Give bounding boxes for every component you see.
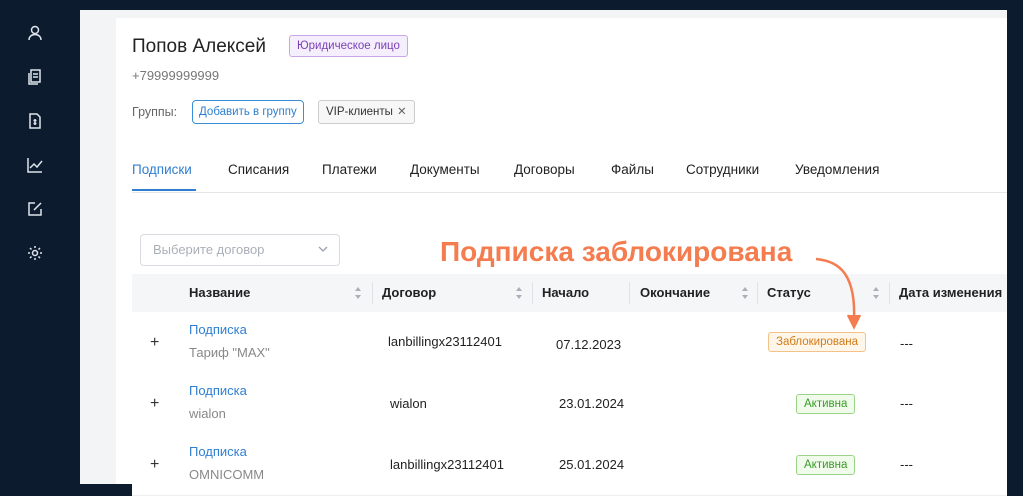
changed-cell: --- — [900, 396, 913, 411]
column-changed[interactable]: Дата изменения — [899, 285, 1002, 300]
client-type-badge: Юридическое лицо — [289, 35, 408, 57]
subscription-link[interactable]: Подписка — [189, 383, 247, 398]
sort-icon[interactable] — [515, 286, 523, 300]
subscription-link[interactable]: Подписка — [189, 322, 247, 337]
group-tag: VIP-клиенты ✕ — [318, 100, 415, 124]
annotation-arrow-icon — [815, 257, 862, 330]
edit-icon[interactable] — [24, 198, 46, 220]
column-name[interactable]: Название — [189, 285, 250, 300]
client-phone: +79999999999 — [132, 68, 220, 83]
client-name: Попов Алексей — [132, 36, 266, 57]
contract-select-placeholder: Выберите договор — [153, 242, 265, 257]
sort-icon[interactable] — [741, 286, 749, 300]
subscription-tariff: wialon — [189, 406, 226, 421]
invoice-icon[interactable] — [24, 110, 46, 132]
table-row: + Подписка Тариф "MAX" lanbillingx231124… — [132, 312, 1007, 374]
chevron-down-icon — [318, 246, 328, 252]
tab-files[interactable]: Файлы — [611, 162, 654, 177]
tab-contracts[interactable]: Договоры — [514, 162, 575, 177]
chart-icon[interactable] — [24, 154, 46, 176]
changed-cell: --- — [900, 457, 913, 472]
subscription-link[interactable]: Подписка — [189, 444, 247, 459]
user-icon[interactable] — [24, 22, 46, 44]
column-start[interactable]: Начало — [542, 285, 589, 300]
status-badge: Заблокирована — [768, 332, 867, 352]
top-bar — [72, 0, 1023, 10]
active-tab-indicator — [132, 189, 196, 191]
sort-icon[interactable] — [354, 286, 362, 300]
start-cell: 25.01.2024 — [559, 457, 625, 472]
subscription-tariff: OMNICOMM — [189, 467, 265, 482]
column-separator — [532, 282, 533, 304]
remove-tag-icon[interactable]: ✕ — [397, 106, 407, 118]
contract-select[interactable]: Выберите договор — [140, 234, 340, 266]
status-badge: Активна — [796, 394, 856, 414]
documents-icon[interactable] — [24, 66, 46, 88]
table-row: + Подписка OMNICOMM lanbillingx23112401 … — [132, 434, 1007, 496]
column-separator — [629, 282, 630, 304]
gear-icon[interactable] — [24, 242, 46, 264]
column-separator — [889, 282, 890, 304]
sort-icon[interactable] — [872, 286, 880, 300]
status-badge: Активна — [796, 455, 856, 475]
annotation-label: Подписка заблокирована — [440, 236, 793, 267]
column-separator — [757, 282, 758, 304]
tab-subscriptions[interactable]: Подписки — [132, 162, 192, 177]
tab-notifications[interactable]: Уведомления — [795, 162, 879, 177]
column-contract[interactable]: Договор — [382, 285, 436, 300]
right-edge — [1007, 0, 1023, 484]
column-status[interactable]: Статус — [767, 285, 811, 300]
tab-employees[interactable]: Сотрудники — [686, 162, 759, 177]
expand-icon[interactable]: + — [150, 395, 159, 413]
start-cell: 07.12.2023 — [556, 337, 622, 352]
expand-icon[interactable]: + — [150, 456, 159, 474]
groups-label: Группы: — [132, 105, 178, 119]
expand-icon[interactable]: + — [150, 334, 159, 352]
contract-cell: lanbillingx23112401 — [390, 457, 504, 472]
column-separator — [372, 282, 373, 304]
tab-documents[interactable]: Документы — [410, 162, 480, 177]
tab-charges[interactable]: Списания — [228, 162, 289, 177]
table-header: Название Договор Начало Окончание Статус… — [132, 274, 1007, 313]
contract-cell: wialon — [390, 396, 427, 411]
tabs-bar: Подписки Списания Платежи Документы Дого… — [132, 160, 1007, 193]
table-row: + Подписка wialon wialon 23.01.2024 Акти… — [132, 373, 1007, 435]
changed-cell: --- — [900, 336, 913, 351]
tab-payments[interactable]: Платежи — [322, 162, 377, 177]
start-cell: 23.01.2024 — [559, 396, 625, 411]
column-end[interactable]: Окончание — [640, 285, 710, 300]
add-to-group-button[interactable]: Добавить в группу — [192, 100, 304, 124]
contract-cell: lanbillingx23112401 — [388, 334, 502, 349]
sidebar — [0, 0, 72, 484]
group-tag-label: VIP-клиенты — [326, 106, 393, 118]
subscription-tariff: Тариф "MAX" — [189, 345, 270, 360]
